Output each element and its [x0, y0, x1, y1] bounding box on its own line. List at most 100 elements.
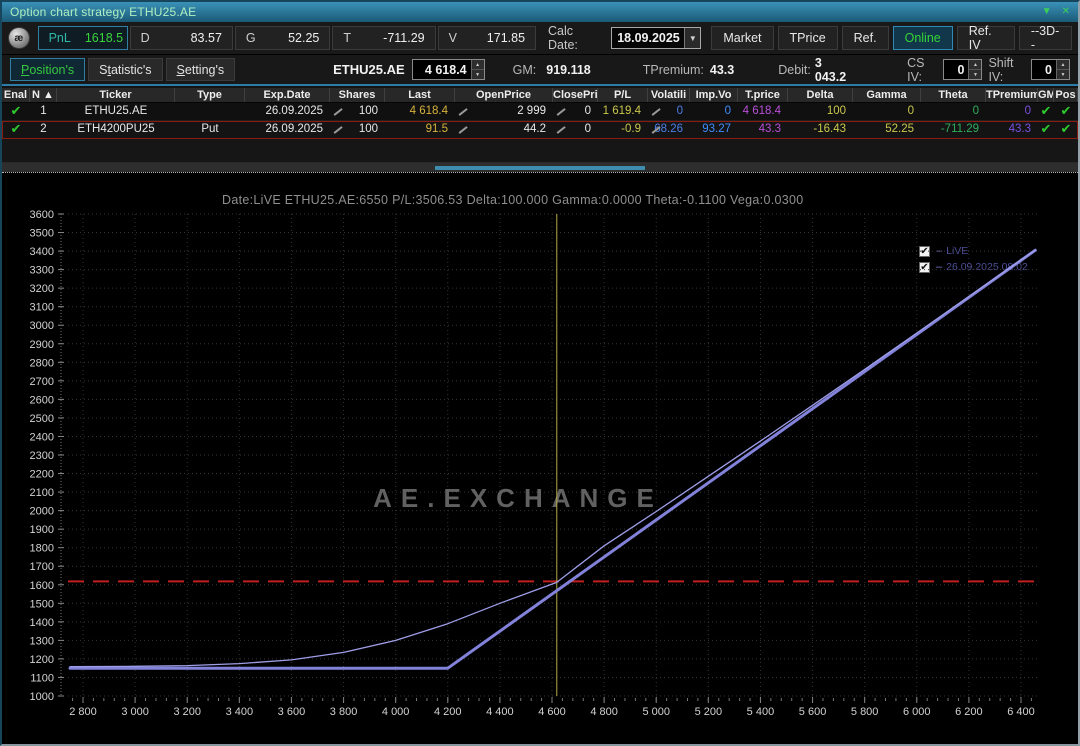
svg-text:2200: 2200 — [30, 469, 54, 481]
spin-up-icon[interactable]: ▲ — [969, 60, 982, 70]
svg-text:1700: 1700 — [30, 561, 54, 573]
svg-text:5 200: 5 200 — [695, 706, 723, 718]
col-header-n[interactable]: N ▲ — [30, 88, 57, 102]
ref-button[interactable]: Ref. — [841, 26, 889, 50]
col-header-enabled[interactable]: Enal — [2, 88, 30, 102]
svg-text:3000: 3000 — [30, 320, 54, 332]
cell-openprice: 2 999 — [455, 103, 553, 120]
calc-date-select[interactable]: 18.09.2025 ▼ — [611, 27, 702, 49]
svg-text:1400: 1400 — [30, 617, 54, 629]
edit-pencil-icon — [556, 125, 565, 134]
svg-text:2 800: 2 800 — [69, 706, 97, 718]
stat-gamma: G 52.25 — [234, 26, 331, 50]
col-header-shares[interactable]: Shares — [330, 88, 385, 102]
col-header-theta[interactable]: Theta — [921, 88, 986, 102]
series-line-marker: – — [936, 245, 943, 257]
stat-pnl-label: PnL — [48, 31, 71, 45]
col-header-gm[interactable]: GM( — [1038, 88, 1054, 102]
shift-iv-stepper[interactable]: 0 ▲ ▼ — [1031, 59, 1070, 80]
cell-shares: 100 — [330, 121, 385, 138]
splitter-grip-handle[interactable] — [435, 165, 645, 170]
col-header-ticker[interactable]: Ticker — [57, 88, 175, 102]
svg-text:5 000: 5 000 — [642, 706, 670, 718]
col-header-openprice[interactable]: OpenPrice — [455, 88, 553, 102]
col-header-expdate[interactable]: Exp.Date — [245, 88, 330, 102]
col-header-gamma[interactable]: Gamma — [853, 88, 921, 102]
check-icon[interactable]: ✔ — [1041, 121, 1052, 136]
tprice-button[interactable]: TPrice — [777, 26, 838, 50]
svg-text:1800: 1800 — [30, 543, 54, 555]
table-row-selected[interactable]: ✔ 2 ETH4200PU25 Put 26.09.2025 100 91.5 … — [2, 121, 1078, 139]
col-header-pos[interactable]: Pos — [1054, 88, 1078, 102]
col-header-type[interactable]: Type — [175, 88, 245, 102]
tab-settings[interactable]: Setting's — [165, 58, 236, 81]
divider — [2, 84, 1078, 86]
chevron-down-icon[interactable]: ▼ — [684, 28, 701, 48]
col-header-last[interactable]: Last — [385, 88, 455, 102]
check-icon[interactable]: ✔ — [11, 121, 22, 136]
check-icon[interactable]: ✔ — [1061, 121, 1072, 136]
cell-tprice: 4 618.4 — [742, 105, 781, 117]
checkbox-checked-icon[interactable]: ✔ — [919, 261, 930, 273]
3d-button[interactable]: --3D-- — [1018, 24, 1073, 52]
col-header-volatility[interactable]: Volatili — [648, 88, 690, 102]
stat-gamma-value: 52.25 — [288, 31, 320, 45]
market-button[interactable]: Market — [711, 26, 774, 50]
price-stepper[interactable]: 4 618.4 ▲ ▼ — [411, 59, 485, 80]
spin-down-icon[interactable]: ▼ — [1057, 70, 1069, 79]
svg-text:4 800: 4 800 — [590, 706, 618, 718]
table-empty-area — [2, 139, 1078, 163]
spin-up-icon[interactable]: ▲ — [1057, 60, 1069, 70]
check-icon[interactable]: ✔ — [1061, 103, 1072, 118]
col-header-pl[interactable]: P/L — [598, 88, 648, 102]
cell-ticker: ETH4200PU25 — [77, 123, 155, 135]
spin-up-icon[interactable]: ▲ — [471, 60, 484, 70]
stat-delta-value: 83.57 — [190, 31, 222, 45]
svg-text:3 800: 3 800 — [330, 706, 358, 718]
svg-text:2500: 2500 — [30, 413, 54, 425]
cell-delta: 100 — [826, 105, 846, 117]
stat-gamma-label: G — [245, 31, 256, 45]
spin-down-icon[interactable]: ▼ — [969, 70, 982, 79]
ref-iv-button[interactable]: Ref. IV — [956, 24, 1015, 52]
cs-iv-stepper[interactable]: 0 ▲ ▼ — [943, 59, 983, 80]
stat-pnl[interactable]: PnL 1618.5 — [37, 26, 128, 50]
stat-theta: T -711.29 — [332, 26, 436, 50]
cell-closeprice: 0 — [553, 103, 598, 120]
col-header-impvol[interactable]: Imp.Vo — [690, 88, 738, 102]
tab-positions[interactable]: Position's — [10, 58, 86, 81]
pl-chart-panel[interactable]: ✔ – LiVE ✔ – 26.09.2025 08:02 1000 1100 12… — [2, 172, 1078, 744]
collapse-icon[interactable]: ▼ — [1042, 5, 1052, 19]
ticker-label: ETHU25.AE — [333, 62, 405, 77]
col-header-tpremium[interactable]: TPremium — [986, 88, 1038, 102]
panel-splitter[interactable] — [2, 163, 1078, 172]
titlebar[interactable]: Option chart strategy ETHU25.AE ▼ ✕ — [2, 2, 1078, 22]
chart-legend: ✔ – LiVE ✔ – 26.09.2025 08:02 — [919, 243, 1028, 275]
table-header-row: Enal N ▲ Ticker Type Exp.Date Shares Las… — [2, 88, 1078, 103]
online-button[interactable]: Online — [892, 26, 953, 50]
svg-text:4 200: 4 200 — [434, 706, 462, 718]
col-header-tprice[interactable]: T.price — [738, 88, 788, 102]
col-header-delta[interactable]: Delta — [788, 88, 853, 102]
close-icon[interactable]: ✕ — [1062, 5, 1070, 19]
svg-text:2000: 2000 — [30, 506, 54, 518]
col-header-closeprice[interactable]: ClosePri — [553, 88, 598, 102]
checkbox-checked-icon[interactable]: ✔ — [919, 245, 930, 257]
cell-shares: 100 — [330, 103, 385, 120]
stat-pnl-value: 1618.5 — [84, 31, 124, 45]
table-row[interactable]: ✔ 1 ETHU25.AE 26.09.2025 100 4 618.4 2 9… — [2, 103, 1078, 121]
check-icon[interactable]: ✔ — [1041, 103, 1052, 118]
stat-vega-label: V — [448, 31, 457, 45]
cell-theta: -711.29 — [940, 123, 979, 135]
check-icon[interactable]: ✔ — [11, 103, 22, 118]
cell-volatility: 68.26 — [648, 121, 690, 138]
strategy-toolbar: Position's Statistic's Setting's ETHU25.… — [2, 55, 1078, 84]
cell-enabled: ✔ — [2, 103, 30, 120]
svg-text:1900: 1900 — [30, 524, 54, 536]
svg-text:2800: 2800 — [30, 357, 54, 369]
svg-text:3 600: 3 600 — [278, 706, 306, 718]
spin-down-icon[interactable]: ▼ — [471, 70, 484, 79]
tab-statistics[interactable]: Statistic's — [88, 58, 163, 81]
stat-vega-value: 171.85 — [486, 31, 526, 45]
svg-text:3 200: 3 200 — [173, 706, 201, 718]
